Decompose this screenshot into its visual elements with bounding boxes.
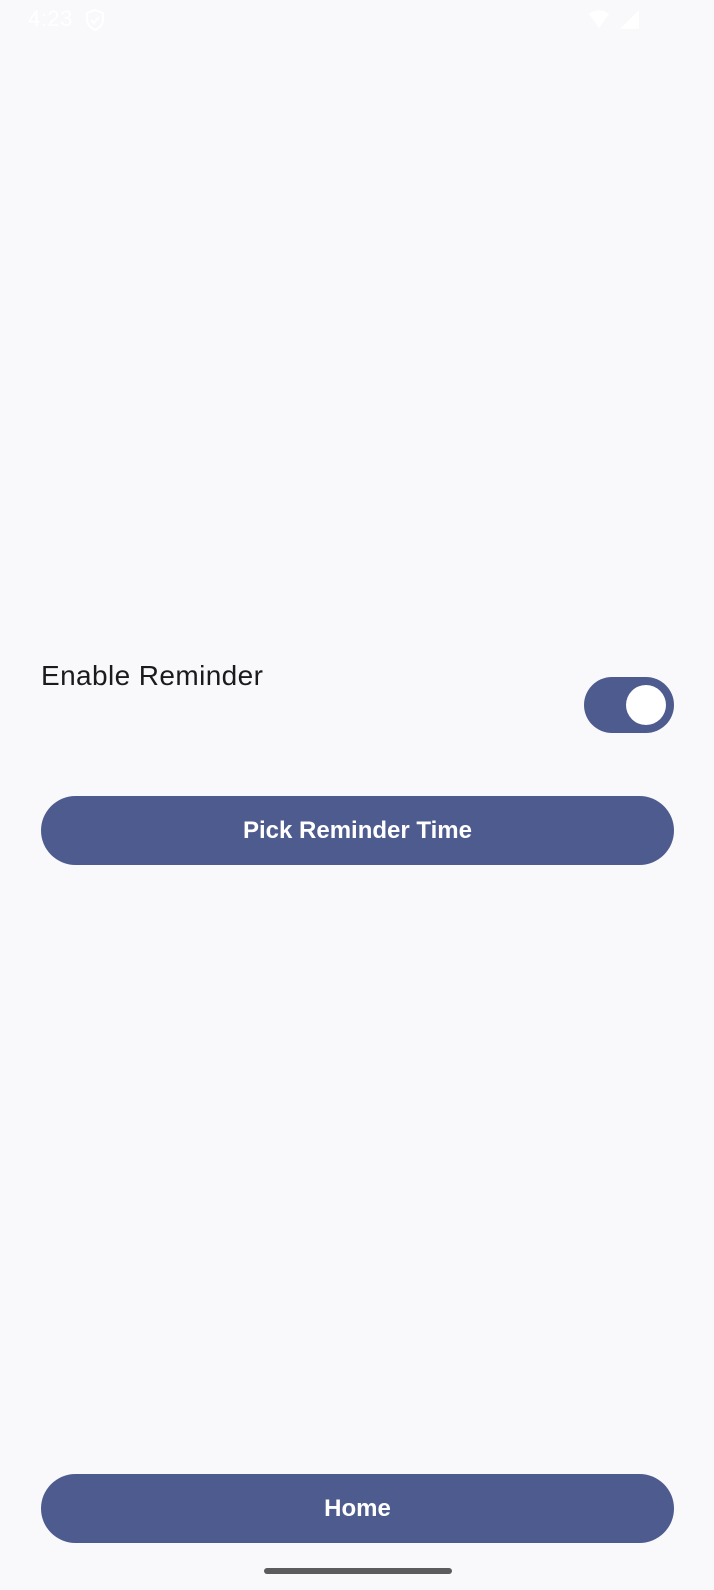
home-indicator[interactable]	[264, 1568, 452, 1574]
status-bar: 4:23	[0, 0, 714, 40]
status-icons	[588, 8, 640, 30]
enable-reminder-toggle[interactable]	[584, 677, 674, 733]
signal-icon	[618, 8, 640, 30]
pick-reminder-time-button[interactable]: Pick Reminder Time	[41, 796, 674, 865]
status-time: 4:23	[28, 6, 73, 31]
shield-icon	[84, 8, 106, 32]
home-button[interactable]: Home	[41, 1474, 674, 1543]
enable-reminder-label: Enable Reminder	[41, 660, 264, 691]
toggle-thumb	[626, 685, 666, 725]
wifi-icon	[588, 8, 610, 30]
